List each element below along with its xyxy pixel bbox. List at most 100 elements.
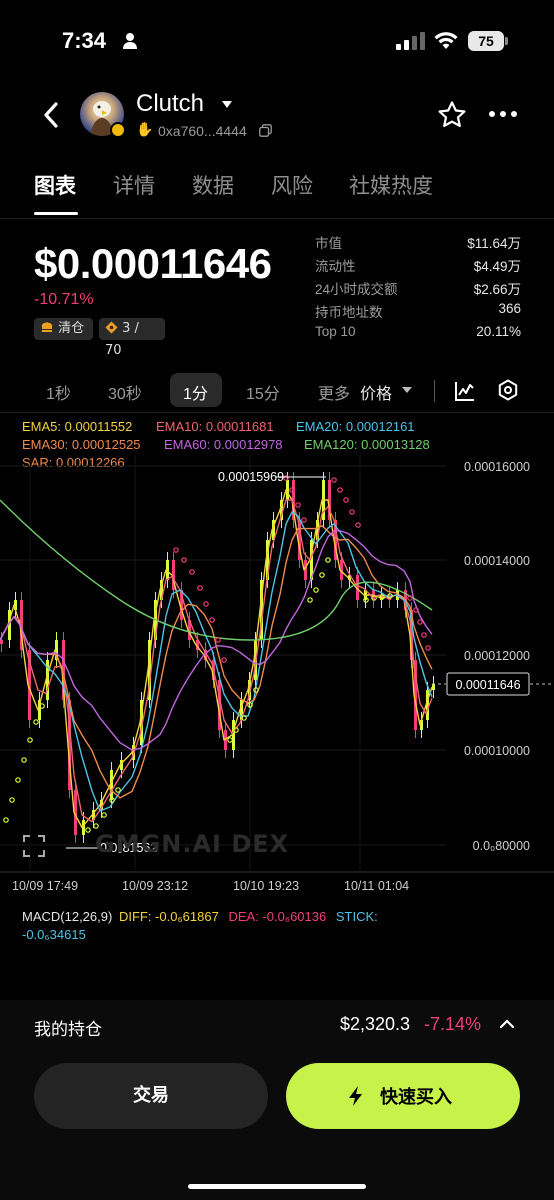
sar-dot <box>421 632 427 638</box>
sar-dot <box>21 757 27 763</box>
y-tick: 0.00014000 <box>464 554 530 568</box>
interval-15m[interactable]: 15分 <box>246 380 280 404</box>
battery-tip <box>505 37 508 45</box>
sar-dot <box>331 477 337 483</box>
interval-30s[interactable]: 30秒 <box>108 380 142 404</box>
sar-dot <box>101 812 107 818</box>
more-icon[interactable] <box>488 110 518 118</box>
price-selector-caret-icon[interactable] <box>402 387 412 393</box>
stat-label: 流动性 <box>315 259 356 274</box>
settings-icon[interactable] <box>497 379 519 401</box>
holding-value: $2,320.3 <box>340 1014 411 1034</box>
tab-social[interactable]: 社媒热度 <box>349 170 433 200</box>
price-selector[interactable]: 价格 <box>360 380 392 404</box>
sar-dot <box>295 502 301 508</box>
diamond-icon <box>105 321 118 334</box>
hand-icon: ✋ <box>136 122 154 138</box>
contract-address: 0xa760...4444 <box>158 123 247 139</box>
macd-legend: MACD(12,26,9) DIFF: -0.0₆61867 DEA: -0.0… <box>22 908 462 944</box>
stat-value: $2.66万 <box>473 282 521 297</box>
sar-dot <box>115 787 121 793</box>
stat-row: 持币地址数 366 <box>315 301 521 324</box>
fullscreen-icon[interactable] <box>22 834 46 858</box>
price-change: -10.71% <box>34 291 94 308</box>
sar-dot <box>203 601 209 607</box>
stat-row: 市值 $11.64万 <box>315 232 521 255</box>
interval-1s[interactable]: 1秒 <box>46 380 71 404</box>
chain-badge-icon <box>110 122 126 138</box>
stat-label: 市值 <box>315 236 342 251</box>
sar-dot <box>319 572 325 578</box>
ema30-label: EMA30: 0.00012525 <box>22 437 141 452</box>
quick-buy-button[interactable]: 快速买入 <box>286 1063 520 1129</box>
home-indicator <box>188 1184 366 1189</box>
sar-dot <box>209 617 215 623</box>
token-dropdown-caret-icon[interactable] <box>222 101 232 108</box>
stat-row: 24小时成交额 $2.66万 <box>315 278 521 301</box>
tab-details[interactable]: 详情 <box>113 170 155 200</box>
sar-dot <box>9 797 15 803</box>
y-tick: 0.00012000 <box>464 649 530 663</box>
wifi-icon <box>434 32 458 49</box>
sar-dot <box>307 597 313 603</box>
tab-data[interactable]: 数据 <box>192 170 234 200</box>
tab-risk[interactable]: 风险 <box>271 170 313 200</box>
trade-button[interactable]: 交易 <box>34 1063 268 1129</box>
sar-dot <box>349 509 355 515</box>
token-name[interactable]: Clutch <box>136 90 204 118</box>
person-icon <box>123 33 137 49</box>
battery-level: 75 <box>468 31 504 51</box>
ema120-label: EMA120: 0.00013128 <box>304 437 430 452</box>
candlestick-chart[interactable]: 0.00016000 0.00014000 0.00012000 0.00010000… <box>0 455 554 895</box>
macd-stick: STICK: <box>335 909 378 924</box>
ema20-label: EMA20: 0.00012161 <box>296 419 415 434</box>
divider <box>0 218 554 219</box>
current-price-label: 0.00011646 <box>455 678 520 692</box>
back-arrow-icon[interactable] <box>38 98 66 132</box>
y-tick: 0.00016000 <box>464 460 530 474</box>
watermark: GMGN.AI DEX <box>95 830 290 858</box>
tab-chart[interactable]: 图表 <box>34 170 76 200</box>
clearout-tag[interactable]: 清仓 <box>34 318 93 340</box>
stats-table: 市值 $11.64万 流动性 $4.49万 24小时成交额 $2.66万 持币地址数 3… <box>315 232 521 347</box>
sar-dot <box>93 823 99 829</box>
status-time: 7:34 <box>62 28 107 53</box>
signal-icon <box>396 32 425 50</box>
x-tick: 10/09 17:49 <box>12 879 79 893</box>
sar-dot <box>313 587 319 593</box>
interval-1m[interactable]: 1分 <box>183 380 208 404</box>
indicator-icon[interactable] <box>454 380 476 402</box>
stat-value: $4.49万 <box>473 259 521 274</box>
stat-row: 流动性 $4.49万 <box>315 255 521 278</box>
stat-row: Top 10 20.11% <box>315 324 521 347</box>
stat-label: Top 10 <box>315 324 356 339</box>
star-icon[interactable] <box>437 100 467 130</box>
stat-label: 持币地址数 <box>315 305 383 320</box>
ema5-label: EMA5: 0.00011552 <box>22 419 133 434</box>
y-tick: 0.00010000 <box>464 744 530 758</box>
stat-label: 24小时成交额 <box>315 282 398 297</box>
copy-icon[interactable] <box>259 124 272 137</box>
ema60-label: EMA60: 0.00012978 <box>164 437 283 452</box>
status-bar: 7:34 75 <box>0 0 554 80</box>
detail-tabs: 图表 详情 数据 风险 社媒热度 <box>0 170 554 210</box>
macd-stick-value: -0.0₆34615 <box>22 927 86 942</box>
interval-more[interactable]: 更多 <box>318 380 350 404</box>
holding-percent: -7.14% <box>424 1014 482 1034</box>
quick-buy-label: 快速买入 <box>380 1087 452 1108</box>
sar-dot <box>221 657 227 663</box>
battery-icon: 75 <box>468 31 508 51</box>
sar-dot <box>15 777 21 783</box>
chevron-up-icon[interactable] <box>499 1017 515 1031</box>
macd-dea: DEA: -0.0₆60136 <box>228 909 327 924</box>
candle <box>432 684 435 690</box>
y-tick: 0.0₀80000 <box>473 839 530 853</box>
sar-dot <box>425 645 431 651</box>
stat-value: 20.11% <box>476 324 521 339</box>
sar-dot <box>417 619 423 625</box>
clearout-tag-label: 清仓 <box>58 321 85 336</box>
rank-tag[interactable]: 3 / 70 <box>99 318 165 358</box>
current-price: $0.00011646 <box>34 240 272 287</box>
macd-title: MACD(12,26,9) <box>22 909 113 924</box>
sar-dot <box>173 547 179 553</box>
